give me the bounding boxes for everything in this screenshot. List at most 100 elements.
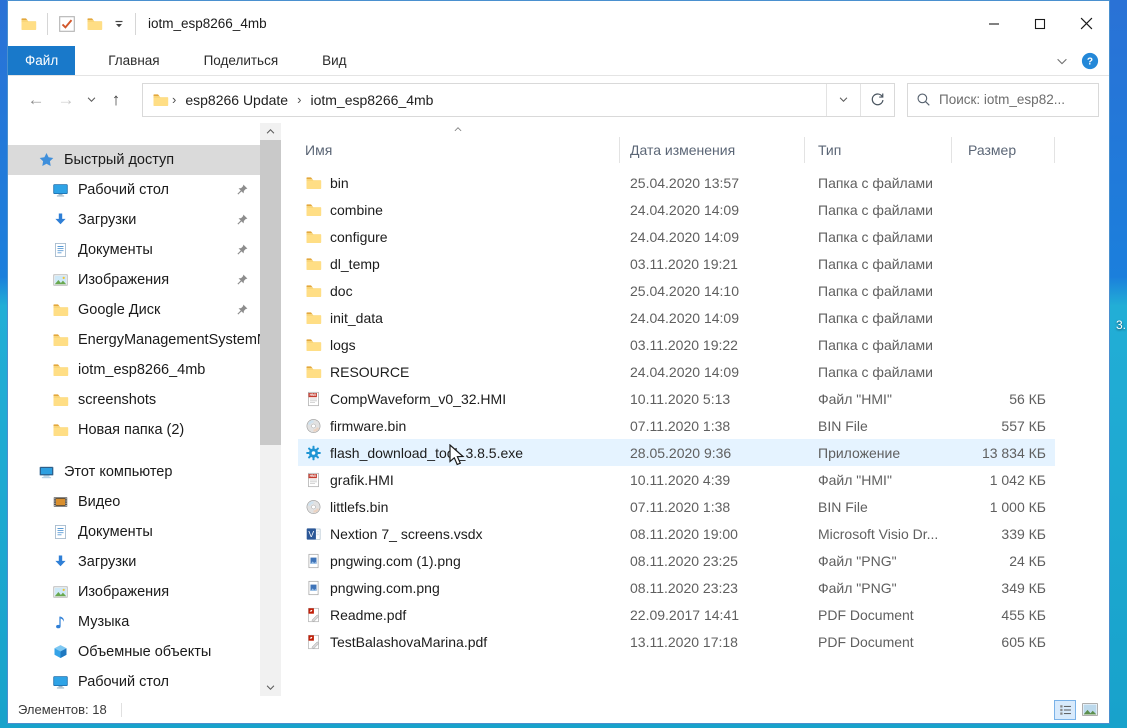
sidebar-item[interactable]: Загрузки [8, 205, 260, 235]
file-row[interactable]: Readme.pdf22.09.2017 14:41PDF Document45… [298, 601, 1055, 628]
items-count: Элементов: 18 [18, 702, 107, 717]
sidebar-item[interactable]: Рабочий стол [8, 667, 260, 696]
file-row[interactable]: dl_temp03.11.2020 19:21Папка с файлами [298, 250, 1055, 277]
file-name: Readme.pdf [330, 607, 406, 623]
ribbon-tab[interactable]: Файл [8, 46, 75, 75]
sidebar-item[interactable]: Google Диск [8, 295, 260, 325]
thumbnails-view-button[interactable] [1079, 700, 1101, 720]
sidebar-item[interactable]: Видео [8, 487, 260, 517]
close-button[interactable] [1063, 1, 1109, 46]
file-row[interactable]: RESOURCE24.04.2020 14:09Папка с файлами [298, 358, 1055, 385]
history-dropdown-icon[interactable] [82, 85, 100, 115]
sidebar-item[interactable]: Документы [8, 517, 260, 547]
file-size: 1 000 КБ [952, 499, 1055, 515]
sidebar-item-label: Объемные объекты [78, 644, 260, 660]
quick-access-icon [38, 152, 55, 168]
sidebar-item-label: Документы [78, 524, 260, 540]
help-icon[interactable]: ? [1081, 52, 1099, 70]
column-header[interactable]: Имя [298, 137, 620, 163]
breadcrumb-segment[interactable]: esp8266 Update [183, 92, 290, 108]
file-row[interactable]: configure24.04.2020 14:09Папка с файлами [298, 223, 1055, 250]
sidebar-item[interactable]: Документы [8, 235, 260, 265]
sidebar-item[interactable]: Рабочий стол [8, 175, 260, 205]
column-header[interactable]: Размер [952, 137, 1055, 163]
sidebar-item[interactable]: Изображения [8, 265, 260, 295]
sidebar-item-label: Рабочий стол [78, 674, 260, 690]
file-row[interactable]: HMIgrafik.HMI10.11.2020 4:39Файл "HMI"1 … [298, 466, 1055, 493]
file-row[interactable]: HMICompWaveform_v0_32.HMI10.11.2020 5:13… [298, 385, 1055, 412]
sidebar-item-label: Документы [78, 242, 260, 258]
scrollbar-thumb[interactable] [260, 140, 281, 445]
sidebar-item[interactable]: Объемные объекты [8, 637, 260, 667]
file-row[interactable]: littlefs.bin07.11.2020 1:38BIN File1 000… [298, 493, 1055, 520]
back-button[interactable]: ← [22, 85, 50, 115]
folder-icon [52, 302, 69, 318]
scroll-down-button[interactable] [260, 679, 281, 696]
file-name: CompWaveform_v0_32.HMI [330, 391, 506, 407]
file-date: 10.11.2020 4:39 [620, 472, 805, 488]
new-folder-icon[interactable] [86, 16, 103, 32]
file-pane: ИмяДата измененияТипРазмер bin 25.04.2020… [281, 123, 1109, 696]
details-view-icon [1058, 703, 1073, 717]
qat-dropdown-icon[interactable] [113, 18, 125, 30]
address-bar[interactable]: ›esp8266 Update›iotm_esp8266_4mb [142, 83, 895, 117]
file-name: bin [330, 175, 349, 191]
sidebar-item-label: Видео [78, 494, 260, 510]
file-row[interactable]: pngwing.com (1).png08.11.2020 23:25Файл … [298, 547, 1055, 574]
file-row[interactable]: firmware.bin07.11.2020 1:38BIN File557 К… [298, 412, 1055, 439]
search-box[interactable] [907, 83, 1099, 117]
column-header[interactable]: Дата изменения [620, 137, 805, 163]
file-row[interactable]: flash_download_tool_3.8.5.exe28.05.2020 … [298, 439, 1055, 466]
file-date: 22.09.2017 14:41 [620, 607, 805, 623]
minimize-button[interactable] [971, 1, 1017, 46]
sidebar-item[interactable]: Музыка [8, 607, 260, 637]
file-row[interactable]: init_data24.04.2020 14:09Папка с файлами [298, 304, 1055, 331]
forward-button[interactable]: → [52, 85, 80, 115]
ribbon-tab[interactable]: Главная [89, 46, 178, 75]
sidebar-item[interactable]: screenshots [8, 385, 260, 415]
file-name: dl_temp [330, 256, 380, 272]
search-input[interactable] [939, 92, 1090, 107]
ribbon-tab[interactable]: Вид [303, 46, 365, 75]
sidebar-item[interactable]: Новая папка (2) [8, 415, 260, 445]
pdf-file-icon [305, 607, 322, 623]
breadcrumb-segment[interactable]: iotm_esp8266_4mb [308, 92, 435, 108]
documents-icon [52, 524, 69, 540]
collapse-ribbon-icon[interactable] [1055, 54, 1069, 68]
maximize-button[interactable] [1017, 1, 1063, 46]
details-view-button[interactable] [1054, 700, 1076, 720]
file-row[interactable]: combine24.04.2020 14:09Папка с файлами [298, 196, 1055, 223]
sidebar-item[interactable]: EnergyManagementSystemN [8, 325, 260, 355]
refresh-button[interactable] [860, 84, 894, 116]
file-date: 24.04.2020 14:09 [620, 202, 805, 218]
sidebar-item[interactable]: Изображения [8, 577, 260, 607]
address-dropdown-button[interactable] [826, 84, 860, 116]
file-name: init_data [330, 310, 383, 326]
file-date: 25.04.2020 13:57 [620, 175, 805, 191]
sidebar-scrollbar[interactable] [260, 123, 281, 696]
file-size: 557 КБ [952, 418, 1055, 434]
file-type: Папка с файлами [805, 175, 952, 191]
file-type: Папка с файлами [805, 283, 952, 299]
file-row[interactable]: TestBalashovaMarina.pdf13.11.2020 17:18P… [298, 628, 1055, 655]
thumbnails-view-icon [1082, 703, 1098, 716]
sidebar-item[interactable]: Загрузки [8, 547, 260, 577]
file-row[interactable]: VNextion 7_ screens.vsdx08.11.2020 19:00… [298, 520, 1055, 547]
pictures-icon [52, 584, 69, 600]
file-row[interactable]: doc25.04.2020 14:10Папка с файлами [298, 277, 1055, 304]
folder-icon [305, 229, 322, 245]
sidebar-item[interactable]: Этот компьютер [8, 457, 260, 487]
column-header[interactable]: Тип [805, 137, 952, 163]
file-size: 13 834 КБ [952, 445, 1055, 461]
sidebar-item[interactable]: Быстрый доступ [8, 145, 260, 175]
file-row[interactable]: pngwing.com.png08.11.2020 23:23Файл "PNG… [298, 574, 1055, 601]
file-row[interactable]: bin 25.04.2020 13:57Папка с файлами [298, 169, 1055, 196]
up-button[interactable]: ↑ [102, 85, 130, 115]
sidebar-item[interactable]: iotm_esp8266_4mb [8, 355, 260, 385]
scroll-up-button[interactable] [260, 123, 281, 140]
file-date: 07.11.2020 1:38 [620, 499, 805, 515]
file-row[interactable]: logs03.11.2020 19:22Папка с файлами [298, 331, 1055, 358]
properties-check-icon[interactable] [58, 15, 76, 33]
ribbon-tab[interactable]: Поделиться [185, 46, 298, 75]
column-headers: ИмяДата измененияТипРазмер [281, 125, 1109, 163]
